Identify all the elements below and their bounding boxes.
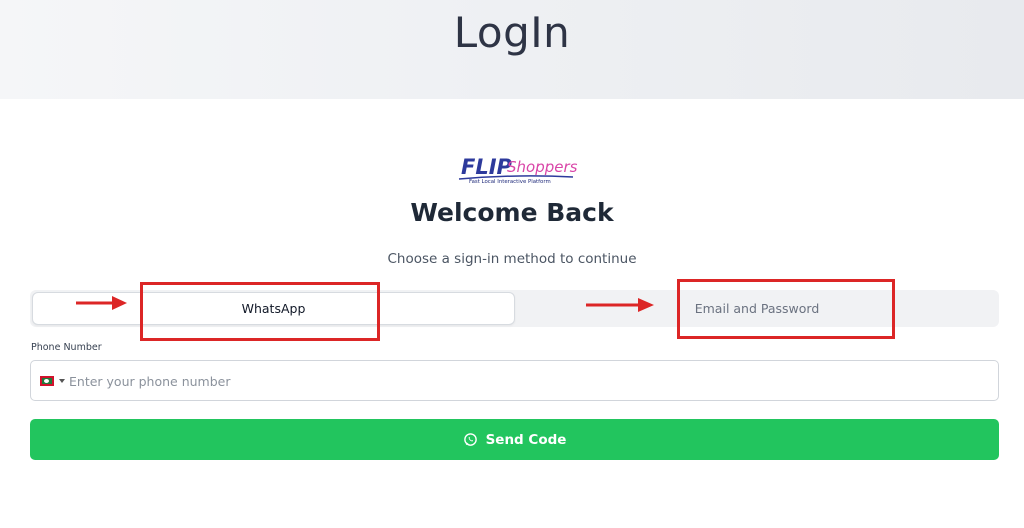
send-code-button[interactable]: Send Code [30,419,999,460]
send-code-label: Send Code [485,431,567,448]
whatsapp-icon [463,433,477,446]
chevron-down-icon[interactable] [59,379,65,383]
phone-input-wrapper [30,360,999,401]
flipshoppers-logo: FLIP Shoppers Fast Local Interactive Pla… [457,155,577,191]
page-title: LogIn [453,8,571,57]
phone-number-input[interactable] [69,368,969,394]
welcome-heading: Welcome Back [410,198,614,227]
phone-number-label: Phone Number [31,342,102,353]
page-header: LogIn [0,0,1024,99]
annotation-box-email [677,279,895,339]
annotation-arrow-email [586,298,654,312]
signin-subtitle: Choose a sign-in method to continue [387,251,637,267]
annotation-box-whatsapp [140,282,380,341]
annotation-arrow-whatsapp [76,296,127,310]
flag-icon[interactable] [40,376,54,386]
logo-tagline: Fast Local Interactive Platform [469,179,551,185]
